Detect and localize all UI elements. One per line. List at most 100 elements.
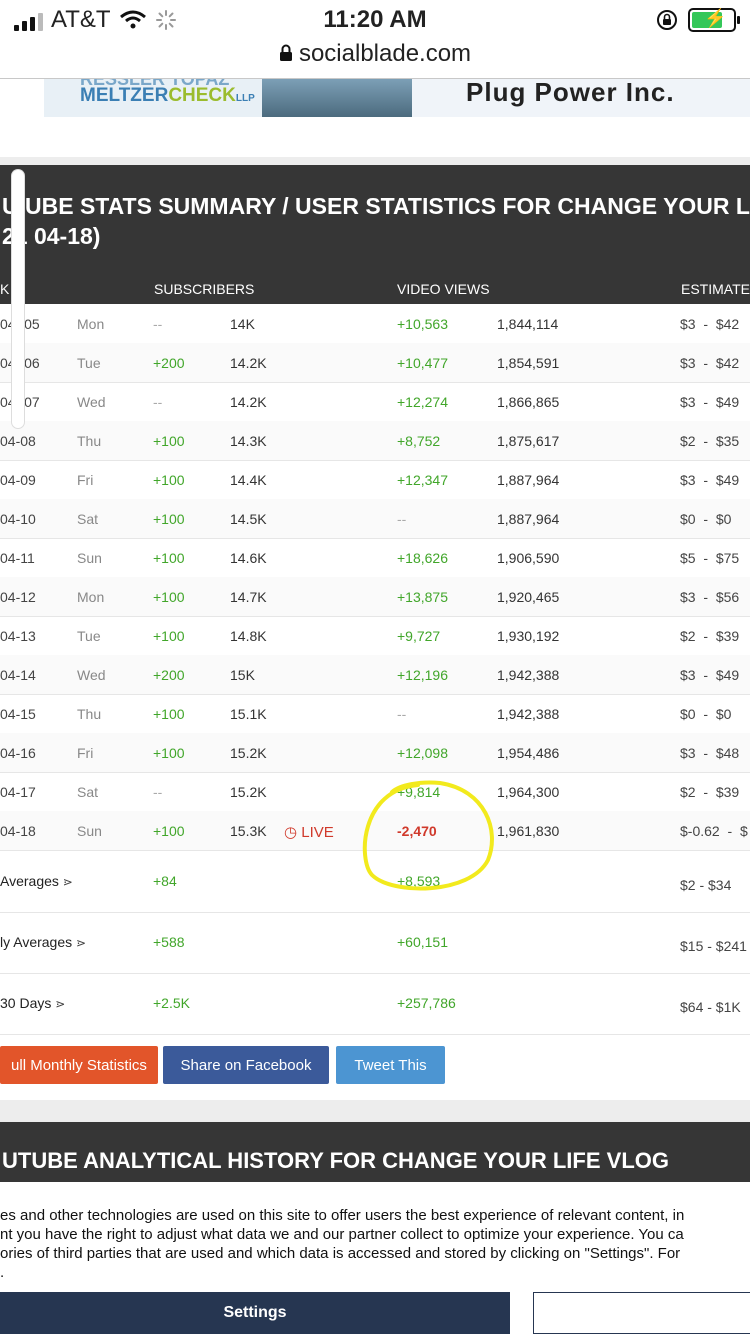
monthly-statistics-button[interactable]: ull Monthly Statistics [0, 1046, 158, 1084]
row-date: 04-18 [0, 823, 36, 839]
table-row: 04-10 Sat +100 14.5K -- 1,887,964 $0 - $0 [0, 499, 750, 539]
row-subscriber-change: +100 [153, 433, 185, 449]
average-label-text: Averages [0, 873, 59, 889]
earnings-low: $3 [680, 355, 696, 371]
average-views: +257,786 [397, 995, 456, 1011]
averages-row: Averages ⋗ +84 +8,593 $2 - $34 [0, 851, 750, 913]
average-label: ly Averages ⋗ [0, 934, 86, 950]
row-subscriber-change: +100 [153, 745, 185, 761]
row-day: Sun [77, 550, 102, 566]
row-day: Sat [77, 511, 99, 527]
analytical-history-title: UTUBE ANALYTICAL HISTORY FOR CHANGE YOUR… [2, 1148, 669, 1173]
row-subscribers: 15.3K [230, 823, 267, 839]
average-earnings: $2 - $34 [680, 877, 732, 893]
row-estimated-earnings: $2 - $35 [680, 433, 740, 449]
scrollbar-thumb[interactable] [12, 170, 24, 428]
row-day: Tue [77, 355, 101, 371]
earnings-high: $0 [715, 706, 732, 722]
row-day: Mon [77, 589, 105, 605]
cookie-settings-button[interactable]: Settings [0, 1292, 510, 1334]
row-subscribers: 15.2K [230, 745, 267, 761]
cookie-line-3: ories of third parties that are used and… [0, 1245, 681, 1262]
row-estimated-earnings: $3 - $49 [680, 472, 740, 488]
row-views: 1,866,865 [497, 394, 560, 410]
browser-status-bar: AT&T 11:20 AM socialblade.com ⚡ [0, 0, 750, 79]
table-row: 04-17 Sat -- 15.2K +9,814 1,964,300 $2 - $39 [0, 772, 750, 812]
row-subscriber-change: +100 [153, 823, 185, 839]
row-day: Fri [77, 745, 94, 761]
earnings-high: $39 [715, 628, 740, 644]
row-views: 1,875,617 [497, 433, 560, 449]
row-subscribers: 14.2K [230, 355, 267, 371]
table-row: 04-16 Fri +100 15.2K +12,098 1,954,486 $3 - $4… [0, 733, 750, 773]
row-estimated-earnings: $3 - $49 [680, 394, 740, 410]
col-subscribers: SUBSCRIBERS [154, 281, 255, 297]
row-subscribers: 14.5K [230, 511, 267, 527]
table-row: 04-14 Wed +200 15K +12,196 1,942,388 $3 - $49 [0, 655, 750, 695]
ad-logo-name-part1: MELTZER [80, 85, 169, 106]
row-day: Sat [77, 784, 99, 800]
ad-banner[interactable]: RESSLER TOPAZ MELTZERCHECKLLP Plug Power… [44, 79, 750, 117]
share-icon[interactable]: ⋗ [76, 936, 86, 950]
row-date: 04-08 [0, 433, 36, 449]
row-date: 04-15 [0, 706, 36, 722]
row-estimated-earnings: $0 - $0 [680, 511, 732, 527]
row-estimated-earnings: $3 - $42 [680, 316, 740, 332]
average-subscribers: +84 [153, 873, 177, 889]
cookie-text: es and other technologies are used on th… [0, 1206, 684, 1282]
earnings-low: $3 [680, 394, 696, 410]
row-view-change: -- [397, 706, 407, 722]
row-subscriber-change: +100 [153, 589, 185, 605]
row-view-change: +12,098 [397, 745, 448, 761]
row-subscribers: 14.3K [230, 433, 267, 449]
col-estimated-earnings: ESTIMATE [681, 281, 750, 297]
earnings-low: $5 [680, 550, 696, 566]
share-facebook-button[interactable]: Share on Facebook [163, 1046, 329, 1084]
table-row: 04-08 Thu +100 14.3K +8,752 1,875,617 $2 - $35 [0, 421, 750, 461]
row-date: 04-16 [0, 745, 36, 761]
average-subscribers: +588 [153, 934, 185, 950]
row-subscriber-change: +100 [153, 628, 185, 644]
row-date: 04-13 [0, 628, 36, 644]
row-subscribers: 14.7K [230, 589, 267, 605]
tweet-button[interactable]: Tweet This [336, 1046, 445, 1084]
row-views: 1,930,192 [497, 628, 560, 644]
earnings-low: $2 [680, 433, 696, 449]
address-bar[interactable]: socialblade.com [0, 40, 750, 68]
row-subscriber-change: -- [153, 316, 163, 332]
row-view-change: +10,563 [397, 316, 448, 332]
earnings-high: $42 [715, 355, 740, 371]
title-line-1: U UBE STATS SUMMARY / USER STATISTICS FO… [2, 193, 750, 219]
row-subscribers: 15.2K [230, 784, 267, 800]
row-subscribers: 14.4K [230, 472, 267, 488]
earnings-low: $3 [680, 589, 696, 605]
row-date: 04-14 [0, 667, 36, 683]
row-subscribers: 14K [230, 316, 255, 332]
row-estimated-earnings: $3 - $48 [680, 745, 740, 761]
earnings-low: $3 [680, 667, 696, 683]
cookie-accept-button[interactable] [533, 1292, 750, 1334]
row-view-change: +10,477 [397, 355, 448, 371]
row-day: Wed [77, 394, 106, 410]
ad-zone: RESSLER TOPAZ MELTZERCHECKLLP Plug Power… [0, 79, 750, 157]
table-row: 04-13 Tue +100 14.8K +9,727 1,930,192 $2 - $39 [0, 616, 750, 656]
table-row: 04-09 Fri +100 14.4K +12,347 1,887,964 $3 - $4… [0, 460, 750, 500]
share-icon[interactable]: ⋗ [63, 875, 73, 889]
row-view-change: +9,814 [397, 784, 441, 800]
table-row: 04- 07 Wed -- 14.2K +12,274 1,866,865 $3 - $49 [0, 382, 750, 422]
row-views: 1,854,591 [497, 355, 560, 371]
cookie-line-2: nt you have the right to adjust what dat… [0, 1226, 684, 1243]
status-icons: ⚡ [656, 8, 740, 32]
col-video-views: VIDEO VIEWS [397, 281, 490, 297]
averages-row: ly Averages ⋗ +588 +60,151 $15 - $241 [0, 912, 750, 974]
share-icon[interactable]: ⋗ [55, 997, 65, 1011]
table-row: 04-18 Sun +100 15.3K -2,470 1,961,830 ◷ LIVE $-… [0, 811, 750, 851]
row-estimated-earnings: $3 - $42 [680, 355, 740, 371]
row-view-change: -2,470 [397, 823, 437, 839]
row-estimated-earnings: $-0.62 - $ [680, 823, 748, 839]
row-day: Wed [77, 667, 106, 683]
battery-icon: ⚡ [688, 8, 740, 32]
row-subscribers: 15.1K [230, 706, 267, 722]
table-row: 04-11 Sun +100 14.6K +18,626 1,906,590 $5 - $7… [0, 538, 750, 578]
row-day: Thu [77, 433, 102, 449]
